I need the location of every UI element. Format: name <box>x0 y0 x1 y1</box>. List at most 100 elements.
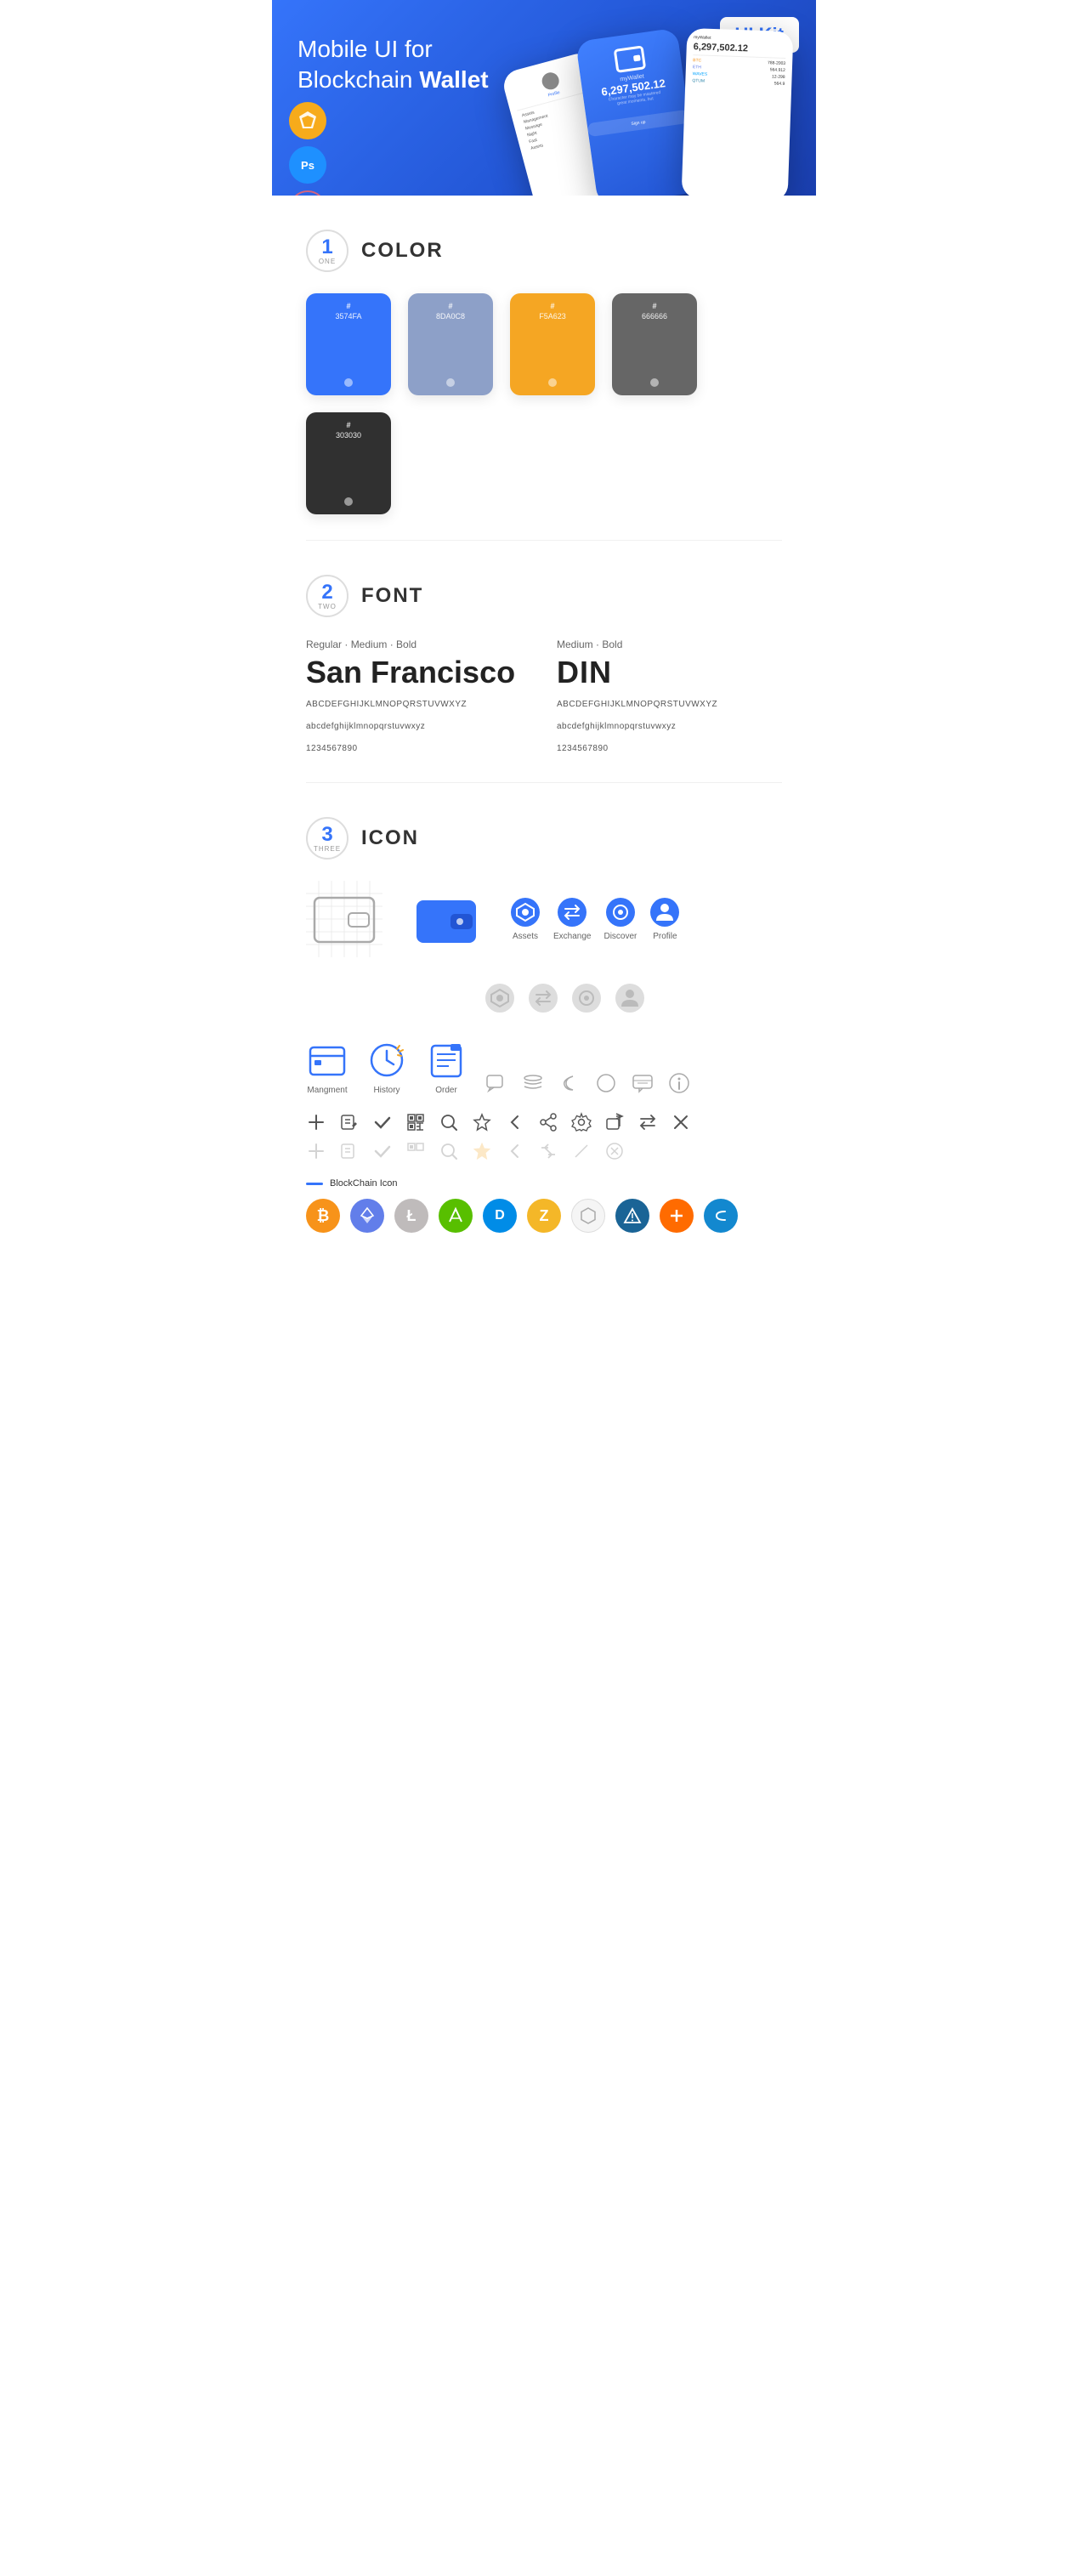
icon-section: 3 THREE ICON <box>272 783 816 1258</box>
din-uppercase: ABCDEFGHIJKLMNOPQRSTUVWXYZ <box>557 697 782 712</box>
color-swatch-gray: # 666666 <box>612 293 697 395</box>
wallet-icon-blue <box>408 881 484 957</box>
litecoin-icon: Ł <box>394 1199 428 1233</box>
color-swatch-orange: # F5A623 <box>510 293 595 395</box>
din-lowercase: abcdefghijklmnopqrstuvwxyz <box>557 719 782 735</box>
neo-icon <box>439 1199 473 1233</box>
icon-item-profile-gray <box>615 983 645 1013</box>
color-swatch-dark: # 303030 <box>306 412 391 514</box>
message-box-icon <box>631 1071 654 1095</box>
sf-styles: Regular · Medium · Bold <box>306 638 531 650</box>
font-din: Medium · Bold DIN ABCDEFGHIJKLMNOPQRSTUV… <box>557 638 782 757</box>
icon-number: 3 <box>321 825 332 845</box>
sf-name: San Francisco <box>306 655 531 690</box>
color-number-label: ONE <box>319 258 336 265</box>
din-name: DIN <box>557 655 782 690</box>
star-icon[interactable] <box>472 1112 492 1132</box>
blockchain-label: BlockChain Icon <box>306 1178 782 1189</box>
din-styles: Medium · Bold <box>557 638 782 650</box>
lisk-icon <box>615 1199 649 1233</box>
font-number-circle: 2 TWO <box>306 575 348 617</box>
font-grid: Regular · Medium · Bold San Francisco AB… <box>306 638 782 757</box>
icon-item-discover: Discover <box>604 897 637 941</box>
icon-section-header: 3 THREE ICON <box>306 817 782 860</box>
moon-icon <box>558 1071 581 1095</box>
info-icon <box>667 1071 691 1095</box>
nav-icons-row: Assets Exchange Discover <box>510 897 680 941</box>
discover-label: Discover <box>604 932 637 941</box>
bottom-nav-row: Mangment History Order <box>306 1039 782 1095</box>
search-icon <box>439 1112 459 1132</box>
list-edit-icon <box>339 1112 360 1132</box>
stratis-icon <box>704 1199 738 1233</box>
phone-right: myWallet 6,297,502.12 BTC788-2003 ETH564… <box>682 28 794 196</box>
profile-label: Profile <box>653 932 677 941</box>
hero-section: Mobile UI for Blockchain Wallet UI Kit P… <box>272 0 816 196</box>
font-sf: Regular · Medium · Bold San Francisco AB… <box>306 638 531 757</box>
color-swatch-blue: # 3574FA <box>306 293 391 395</box>
nav-icons-gray-row <box>484 983 782 1013</box>
icon-item-discover-gray <box>571 983 602 1013</box>
icon-item-assets-gray <box>484 983 515 1013</box>
icon-item-profile: Profile <box>649 897 680 941</box>
screens-badge: 60+ Screens <box>289 190 326 196</box>
qr-icon <box>405 1112 426 1132</box>
assets-label: Assets <box>513 932 538 941</box>
color-section-header: 1 ONE COLOR <box>306 230 782 272</box>
font-section-header: 2 TWO FONT <box>306 575 782 617</box>
icon-item-exchange: Exchange <box>553 897 591 941</box>
settings-icon <box>571 1112 592 1132</box>
font-number-label: TWO <box>318 603 337 610</box>
gridplus-icon <box>660 1199 694 1233</box>
send-icon <box>604 1112 625 1132</box>
order-label: Order <box>435 1086 457 1095</box>
color-number: 1 <box>321 237 332 258</box>
crypto-icons-row: ₿ Ł D Z <box>306 1199 782 1233</box>
chevron-left-icon <box>505 1112 525 1132</box>
misc-icons <box>484 1071 691 1095</box>
tool-icons-row <box>306 1112 782 1132</box>
color-section: 1 ONE COLOR # 3574FA # 8DA0C8 # F5A623 #… <box>272 196 816 540</box>
phone-mid: myWallet 6,297,502.12 Character may be m… <box>575 28 700 196</box>
icon-title: ICON <box>361 826 419 850</box>
blockchain-label-text: BlockChain Icon <box>330 1178 398 1189</box>
font-number: 2 <box>321 582 332 603</box>
color-title: COLOR <box>361 239 444 263</box>
sf-lowercase: abcdefghijklmnopqrstuvwxyz <box>306 719 531 735</box>
circle-icon <box>594 1071 618 1095</box>
iota-icon <box>571 1199 605 1233</box>
color-swatches: # 3574FA # 8DA0C8 # F5A623 # 666666 # 30… <box>306 293 782 514</box>
bitcoin-icon: ₿ <box>306 1199 340 1233</box>
icon-item-history: History <box>366 1039 408 1095</box>
history-label: History <box>373 1086 400 1095</box>
icon-number-label: THREE <box>314 845 341 853</box>
dash-icon: D <box>483 1199 517 1233</box>
color-number-circle: 1 ONE <box>306 230 348 272</box>
icon-item-management: Mangment <box>306 1039 348 1095</box>
din-numbers: 1234567890 <box>557 741 782 757</box>
ethereum-icon <box>350 1199 384 1233</box>
font-section: 2 TWO FONT Regular · Medium · Bold San F… <box>272 541 816 782</box>
tool-icons-faded-row <box>306 1141 782 1161</box>
zcash-icon: Z <box>527 1199 561 1233</box>
chat-icon <box>484 1071 508 1095</box>
share-icon <box>538 1112 558 1132</box>
sf-uppercase: ABCDEFGHIJKLMNOPQRSTUVWXYZ <box>306 697 531 712</box>
icon-number-circle: 3 THREE <box>306 817 348 860</box>
sketch-badge <box>289 102 326 139</box>
blockchain-line <box>306 1183 323 1185</box>
icon-item-order: Order <box>425 1039 468 1095</box>
color-swatch-gray-blue: # 8DA0C8 <box>408 293 493 395</box>
check-icon <box>372 1112 393 1132</box>
photoshop-badge: Ps <box>289 146 326 184</box>
sf-numbers: 1234567890 <box>306 741 531 757</box>
wallet-wireframe <box>306 881 382 957</box>
close-icon <box>671 1112 691 1132</box>
exchange-label: Exchange <box>553 932 591 941</box>
management-label: Mangment <box>307 1086 347 1095</box>
wallet-icon-showcase: Assets Exchange Discover <box>306 881 782 957</box>
icon-item-assets: Assets <box>510 897 541 941</box>
phone-mockups: Profile Assets Management Message Night … <box>502 26 816 196</box>
icon-item-exchange-gray <box>528 983 558 1013</box>
layers-icon <box>521 1071 545 1095</box>
